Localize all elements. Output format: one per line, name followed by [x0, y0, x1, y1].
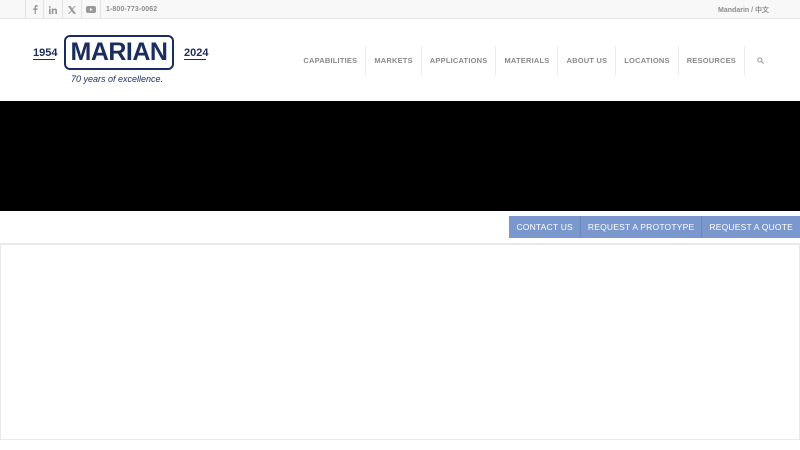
top-bar: 1-800-773-0062 Mandarin / 中文	[0, 0, 800, 19]
phone-number[interactable]: 1-800-773-0062	[106, 6, 157, 13]
nav-item-markets[interactable]: MARKETS	[365, 45, 420, 76]
cta-bar: CONTACT US REQUEST A PROTOTYPE REQUEST A…	[0, 211, 800, 244]
youtube-icon[interactable]	[82, 0, 101, 19]
logo-wordmark-box: MARIAN	[64, 35, 174, 70]
hero-banner	[0, 101, 800, 211]
logo-rule-right	[184, 59, 206, 60]
logo-wordmark: MARIAN	[70, 38, 169, 66]
nav-item-materials[interactable]: MATERIALS	[495, 45, 557, 76]
main-nav: CAPABILITIES MARKETS APPLICATIONS MATERI…	[295, 20, 764, 101]
social-links: 1-800-773-0062	[25, 0, 157, 19]
facebook-icon[interactable]	[25, 0, 44, 19]
content-area	[0, 244, 800, 440]
nav-item-resources[interactable]: RESOURCES	[677, 45, 744, 76]
site-header: 1954 MARIAN 2024 70 years of excellence.…	[0, 20, 800, 101]
marian-logo[interactable]: 1954 MARIAN 2024 70 years of excellence.	[33, 35, 208, 87]
request-prototype-button[interactable]: REQUEST A PROTOTYPE	[579, 216, 702, 238]
nav-item-capabilities[interactable]: CAPABILITIES	[295, 46, 365, 76]
nav-item-about-us[interactable]: ABOUT US	[557, 45, 615, 76]
logo-year-start: 1954	[33, 47, 58, 59]
cta-buttons: CONTACT US REQUEST A PROTOTYPE REQUEST A…	[509, 216, 800, 238]
nav-item-applications[interactable]: APPLICATIONS	[420, 45, 496, 76]
logo-rule-left	[33, 59, 55, 60]
contact-us-button[interactable]: CONTACT US	[509, 216, 580, 238]
language-link[interactable]: Mandarin / 中文	[718, 5, 769, 15]
logo-tagline: 70 years of excellence.	[71, 74, 164, 84]
nav-item-locations[interactable]: LOCATIONS	[615, 45, 677, 76]
x-twitter-icon[interactable]	[63, 0, 82, 19]
search-icon[interactable]	[744, 45, 764, 76]
logo-year-end: 2024	[184, 47, 209, 59]
linkedin-icon[interactable]	[44, 0, 63, 19]
request-quote-button[interactable]: REQUEST A QUOTE	[701, 216, 800, 238]
